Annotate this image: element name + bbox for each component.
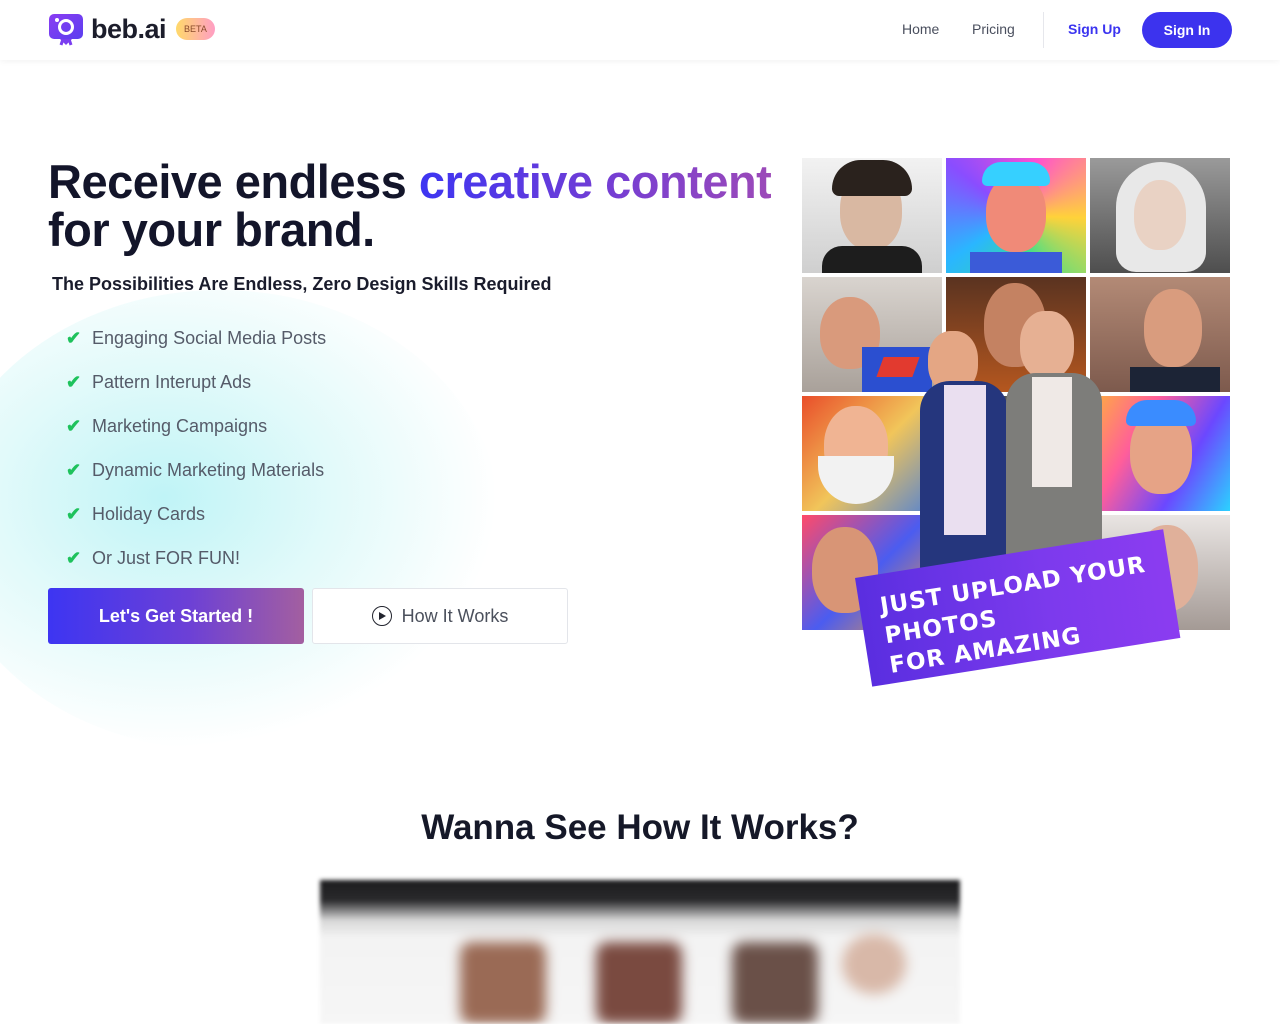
- how-it-works-video[interactable]: [320, 880, 960, 1024]
- how-it-works-button[interactable]: How It Works: [312, 588, 568, 644]
- feature-label: Pattern Interupt Ads: [92, 371, 252, 392]
- hero-title-end: for your brand.: [48, 203, 375, 256]
- check-icon: ✔: [66, 327, 82, 348]
- play-icon: [371, 606, 392, 626]
- check-icon: ✔: [66, 415, 82, 436]
- hero-title-highlight: creative content: [418, 155, 772, 208]
- feature-label: Holiday Cards: [92, 503, 206, 524]
- check-icon: ✔: [66, 547, 82, 568]
- hero-subtitle: The Possibilities Are Endless, Zero Desi…: [52, 274, 552, 294]
- logo-icon: [48, 12, 84, 46]
- feature-label: Engaging Social Media Posts: [92, 327, 327, 348]
- feature-item: ✔ Marketing Campaigns: [66, 404, 326, 448]
- how-it-works-label: How It Works: [401, 605, 509, 626]
- nav-home-link[interactable]: Home: [902, 21, 939, 37]
- check-icon: ✔: [66, 503, 82, 524]
- get-started-button[interactable]: Let's Get Started !: [48, 588, 304, 644]
- feature-label: Marketing Campaigns: [92, 415, 268, 436]
- portrait-tile: [1090, 158, 1230, 273]
- hero-title: Receive endless creative content for you…: [48, 158, 788, 254]
- logo-text: beb.ai: [91, 13, 167, 44]
- feature-item: ✔ Holiday Cards: [66, 492, 326, 536]
- beta-badge: BETA: [176, 18, 215, 40]
- feature-item: ✔ Or Just FOR FUN!: [66, 536, 326, 580]
- portrait-tile: [946, 158, 1086, 273]
- section-title: Wanna See How It Works?: [421, 808, 859, 847]
- nav-pricing-link[interactable]: Pricing: [972, 21, 1015, 37]
- feature-list: ✔ Engaging Social Media Posts ✔ Pattern In…: [66, 316, 326, 580]
- video-thumbnail: [596, 942, 682, 1024]
- feature-item: ✔ Engaging Social Media Posts: [66, 316, 326, 360]
- check-icon: ✔: [66, 371, 82, 392]
- sign-up-link[interactable]: Sign Up: [1068, 21, 1121, 37]
- video-thumbnail: [460, 942, 546, 1024]
- portrait-tile: [802, 158, 942, 273]
- brand-logo[interactable]: beb.ai BETA: [48, 12, 215, 46]
- video-thumbnail: [842, 934, 906, 994]
- check-icon: ✔: [66, 459, 82, 480]
- hero-title-start: Receive endless: [48, 155, 419, 208]
- video-thumbnail: [732, 942, 818, 1024]
- feature-label: Or Just FOR FUN!: [92, 547, 240, 568]
- feature-item: ✔ Dynamic Marketing Materials: [66, 448, 326, 492]
- nav-divider: [1043, 12, 1044, 48]
- feature-label: Dynamic Marketing Materials: [92, 459, 325, 480]
- sign-in-button[interactable]: Sign In: [1142, 12, 1232, 48]
- top-navbar: beb.ai BETA Home Pricing Sign Up Sign In: [0, 0, 1280, 60]
- feature-item: ✔ Pattern Interupt Ads: [66, 360, 326, 404]
